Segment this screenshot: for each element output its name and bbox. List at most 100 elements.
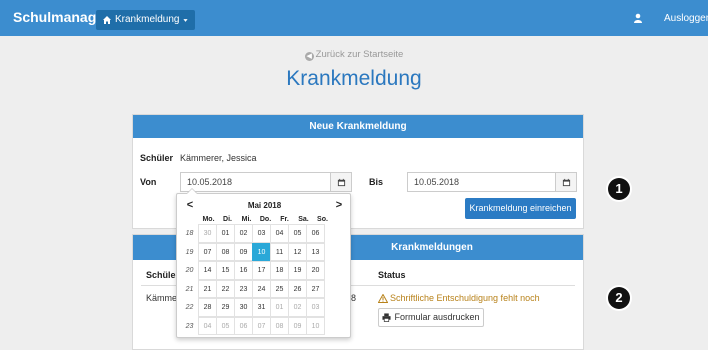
datepicker-day[interactable]: 29 [216, 298, 235, 317]
back-to-home-link[interactable]: ◀ Zurück zur Startseite [0, 49, 708, 61]
datepicker-day[interactable]: 06 [306, 224, 325, 243]
datepicker-day[interactable]: 02 [288, 298, 307, 317]
datepicker-prev-button[interactable]: < [181, 199, 199, 211]
weekday-header: Sa. [298, 216, 309, 223]
datepicker-day[interactable]: 09 [288, 316, 307, 335]
brand-logo[interactable]: Schulmanager [13, 9, 109, 25]
datepicker-header: < Mai 2018 > [181, 197, 348, 213]
datepicker-day[interactable]: 22 [216, 279, 235, 298]
datepicker-day[interactable]: 05 [288, 224, 307, 243]
page-title: Krankmeldung [286, 67, 422, 90]
datepicker-day[interactable]: 26 [288, 279, 307, 298]
datepicker-week-row: 22 28 29 30 31 01 02 03 [180, 298, 325, 318]
datepicker-next-button[interactable]: > [330, 199, 348, 211]
datepicker-day[interactable]: 07 [198, 242, 217, 261]
weekday-header: Mo. [202, 216, 215, 223]
weekday-header: So. [317, 216, 328, 223]
datepicker-day[interactable]: 28 [198, 298, 217, 317]
calendar-icon[interactable] [330, 173, 351, 191]
from-date-input[interactable]: 10.05.2018 [180, 172, 352, 192]
datepicker-day[interactable]: 30 [234, 298, 253, 317]
datepicker-day[interactable]: 08 [216, 242, 235, 261]
weekday-header: Do. [259, 216, 272, 223]
datepicker-day[interactable]: 25 [270, 279, 289, 298]
weekday-header: Mi. [241, 216, 252, 223]
datepicker-day[interactable]: 31 [252, 298, 271, 317]
home-icon [103, 16, 111, 24]
datepicker-day[interactable]: 11 [270, 242, 289, 261]
datepicker-day[interactable]: 19 [288, 261, 307, 280]
datepicker-day[interactable]: 07 [252, 316, 271, 335]
datepicker-day[interactable]: 03 [252, 224, 271, 243]
status-warning: Schriftliche Entschuldigung fehlt noch [378, 293, 540, 303]
datepicker-week-row: 23 04 05 06 07 08 09 10 [180, 316, 325, 337]
krankmeldung-menu-button[interactable]: Krankmeldung [96, 10, 196, 30]
datepicker-day[interactable]: 09 [234, 242, 253, 261]
datepicker-day[interactable]: 18 [270, 261, 289, 280]
datepicker-day[interactable]: 02 [234, 224, 253, 243]
datepicker-day[interactable]: 04 [198, 316, 217, 335]
datepicker-day[interactable]: 23 [234, 279, 253, 298]
weekday-header: Di. [223, 216, 232, 223]
student-value: Kämmerer, Jessica [180, 153, 257, 163]
student-label: Schüler [140, 153, 174, 163]
from-date-value: 10.05.2018 [187, 177, 233, 187]
week-number: 23 [185, 322, 194, 330]
datepicker-day[interactable]: 06 [234, 316, 253, 335]
back-link-label: Zurück zur Startseite [315, 49, 404, 60]
datepicker-day[interactable]: 08 [270, 316, 289, 335]
datepicker-week-row: 21 21 22 23 24 25 26 27 [180, 279, 325, 300]
datepicker-weekday-row: Mo. Di. Mi. Do. Fr. Sa. So. [180, 215, 332, 224]
to-date-input[interactable]: 10.05.2018 [407, 172, 577, 192]
datepicker-day[interactable]: 27 [306, 279, 325, 298]
print-form-button[interactable]: Formular ausdrucken [378, 308, 484, 327]
datepicker-week-row: 18 30 01 02 03 04 05 06 [180, 224, 325, 244]
week-number: 18 [185, 230, 194, 237]
datepicker-grid: 18 30 01 02 03 04 05 06 19 07 08 09 10 11 12 13 20 14 15 16… [180, 224, 325, 337]
krankmeldung-menu-label: Krankmeldung [115, 14, 180, 25]
week-number: 19 [185, 248, 194, 256]
datepicker-week-row: 19 07 08 09 10 11 12 13 [180, 242, 325, 263]
status-text: Schriftliche Entschuldigung fehlt noch [390, 293, 540, 303]
datepicker-day[interactable]: 12 [288, 242, 307, 261]
datepicker-day[interactable]: 10 [252, 242, 271, 261]
datepicker-day[interactable]: 10 [306, 316, 325, 335]
to-label: Bis [369, 177, 384, 187]
datepicker-day[interactable]: 20 [306, 261, 325, 280]
week-number: 22 [185, 304, 194, 311]
datepicker-week-row: 20 14 15 16 17 18 19 20 [180, 261, 325, 281]
datepicker-caret-inner [187, 189, 197, 194]
week-number: 20 [185, 267, 194, 274]
datepicker-day[interactable]: 01 [270, 298, 289, 317]
datepicker-day[interactable]: 17 [252, 261, 271, 280]
datepicker-day[interactable]: 15 [216, 261, 235, 280]
datepicker-day[interactable]: 14 [198, 261, 217, 280]
to-date-value: 10.05.2018 [414, 177, 460, 187]
datepicker-day[interactable]: 30 [198, 224, 217, 243]
week-column-spacer [180, 215, 199, 224]
row-date-value: 8 [351, 293, 357, 303]
datepicker-day[interactable]: 05 [216, 316, 235, 335]
datepicker-day[interactable]: 04 [270, 224, 289, 243]
datepicker-day[interactable]: 03 [306, 298, 325, 317]
step-badge-1: 1 [608, 178, 630, 200]
datepicker-day[interactable]: 13 [306, 242, 325, 261]
datepicker-day[interactable]: 24 [252, 279, 271, 298]
step-badge-2: 2 [608, 287, 630, 309]
datepicker-day[interactable]: 16 [234, 261, 253, 280]
top-navbar: Schulmanager Krankmeldung Ausloggen [0, 0, 708, 36]
user-icon[interactable] [633, 13, 643, 23]
datepicker-day[interactable]: 01 [216, 224, 235, 243]
arrow-left-circle-icon: ◀ [304, 52, 314, 61]
submit-sick-note-button[interactable]: Krankmeldung einreichen [465, 198, 576, 219]
sick-notes-heading-fragment: Krankmeldungen [391, 242, 473, 253]
print-form-label: Formular ausdrucken [394, 312, 480, 322]
week-number: 21 [185, 285, 194, 293]
column-status-header: Status [378, 270, 406, 280]
caret-down-icon [183, 18, 189, 22]
datepicker-day[interactable]: 21 [198, 279, 217, 298]
datepicker-month-label[interactable]: Mai 2018 [199, 201, 330, 210]
datepicker-popup: < Mai 2018 > Mo. Di. Mi. Do. Fr. Sa. So. 18 30 0… [176, 193, 351, 338]
calendar-icon[interactable] [555, 173, 576, 191]
logout-link[interactable]: Ausloggen [664, 13, 708, 24]
